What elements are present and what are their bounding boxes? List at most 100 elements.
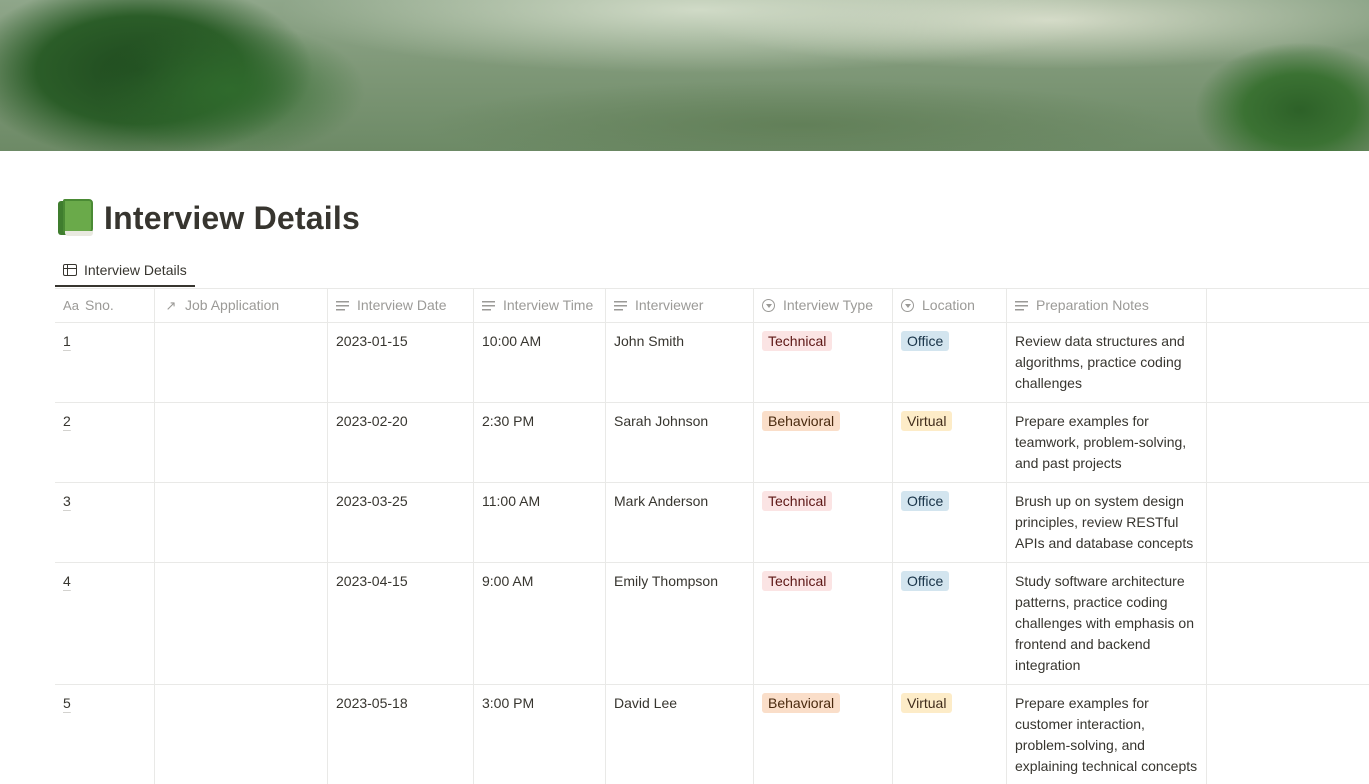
location-tag: Office: [901, 491, 950, 511]
column-header-interview-date[interactable]: Interview Date: [328, 289, 474, 322]
row-title[interactable]: 3: [63, 493, 71, 509]
cell-interview-date[interactable]: 2023-01-15: [328, 323, 474, 402]
select-icon: [901, 299, 914, 312]
cell-interview-time[interactable]: 2:30 PM: [474, 403, 606, 482]
cell-sno[interactable]: 3: [55, 483, 155, 562]
column-header-label: Sno.: [85, 297, 114, 313]
page-cover-image[interactable]: [0, 0, 1369, 151]
row-title[interactable]: 1: [63, 333, 71, 349]
row-title[interactable]: 4: [63, 573, 71, 589]
cell-preparation-notes[interactable]: Prepare examples for customer interactio…: [1007, 685, 1207, 784]
tab-label: Interview Details: [84, 262, 187, 278]
cover-tree-right: [1150, 20, 1369, 151]
column-header-preparation-notes[interactable]: Preparation Notes: [1007, 289, 1207, 322]
select-icon: [762, 299, 775, 312]
cell-job-application[interactable]: [155, 403, 328, 482]
relation-arrow-icon: ↗: [165, 298, 177, 313]
column-header-sno[interactable]: Aa Sno.: [55, 289, 155, 322]
interview-type-tag: Behavioral: [762, 693, 841, 713]
cell-interview-time[interactable]: 9:00 AM: [474, 563, 606, 684]
cell-sno[interactable]: 5: [55, 685, 155, 784]
column-header-label: Interviewer: [635, 297, 704, 313]
cell-interview-type[interactable]: Behavioral: [754, 403, 893, 482]
cell-interviewer[interactable]: David Lee: [606, 685, 754, 784]
location-tag: Virtual: [901, 693, 953, 713]
column-header-label: Location: [922, 297, 975, 313]
interview-type-tag: Technical: [762, 571, 833, 591]
cell-interview-time[interactable]: 3:00 PM: [474, 685, 606, 784]
cell-sno[interactable]: 2: [55, 403, 155, 482]
column-header-location[interactable]: Location: [893, 289, 1007, 322]
cell-interview-type[interactable]: Technical: [754, 323, 893, 402]
cell-interviewer[interactable]: Mark Anderson: [606, 483, 754, 562]
cell-job-application[interactable]: [155, 483, 328, 562]
column-header-interview-time[interactable]: Interview Time: [474, 289, 606, 322]
cell-interview-date[interactable]: 2023-05-18: [328, 685, 474, 784]
view-tabs: Interview Details: [55, 255, 195, 288]
cell-interviewer[interactable]: John Smith: [606, 323, 754, 402]
cell-empty: [1207, 483, 1369, 562]
cell-interview-date[interactable]: 2023-04-15: [328, 563, 474, 684]
cell-interview-type[interactable]: Technical: [754, 563, 893, 684]
column-header-label: Interview Date: [357, 297, 447, 313]
table-row[interactable]: 3 2023-03-25 11:00 AM Mark Anderson Tech…: [55, 483, 1369, 563]
column-header-label: Interview Time: [503, 297, 594, 313]
cell-location[interactable]: Office: [893, 563, 1007, 684]
page-title[interactable]: Interview Details: [104, 200, 360, 237]
column-header-job-application[interactable]: ↗ Job Application: [155, 289, 328, 322]
cell-interview-time[interactable]: 10:00 AM: [474, 323, 606, 402]
text-lines-icon: [482, 300, 495, 311]
text-lines-icon: [1015, 300, 1028, 311]
cell-interview-type[interactable]: Behavioral: [754, 685, 893, 784]
cell-empty: [1207, 563, 1369, 684]
cell-interview-type[interactable]: Technical: [754, 483, 893, 562]
column-header-empty: [1207, 289, 1369, 322]
interview-type-tag: Technical: [762, 331, 833, 351]
table-row[interactable]: 1 2023-01-15 10:00 AM John Smith Technic…: [55, 323, 1369, 403]
table-row[interactable]: 4 2023-04-15 9:00 AM Emily Thompson Tech…: [55, 563, 1369, 685]
cell-sno[interactable]: 4: [55, 563, 155, 684]
cell-interviewer[interactable]: Sarah Johnson: [606, 403, 754, 482]
database-table: Aa Sno. ↗ Job Application Interview Date…: [55, 288, 1369, 784]
cell-location[interactable]: Virtual: [893, 685, 1007, 784]
table-row[interactable]: 2 2023-02-20 2:30 PM Sarah Johnson Behav…: [55, 403, 1369, 483]
cell-empty: [1207, 403, 1369, 482]
cell-preparation-notes[interactable]: Prepare examples for teamwork, problem-s…: [1007, 403, 1207, 482]
green-book-icon[interactable]: [58, 199, 94, 237]
cell-preparation-notes[interactable]: Study software architecture patterns, pr…: [1007, 563, 1207, 684]
location-tag: Office: [901, 571, 950, 591]
title-aa-icon: Aa: [63, 298, 79, 313]
table-icon: [63, 264, 77, 276]
table-row[interactable]: 5 2023-05-18 3:00 PM David Lee Behaviora…: [55, 685, 1369, 784]
cell-location[interactable]: Office: [893, 323, 1007, 402]
cell-job-application[interactable]: [155, 563, 328, 684]
cell-interviewer[interactable]: Emily Thompson: [606, 563, 754, 684]
row-title[interactable]: 2: [63, 413, 71, 429]
cell-sno[interactable]: 1: [55, 323, 155, 402]
column-header-interviewer[interactable]: Interviewer: [606, 289, 754, 322]
cell-interview-date[interactable]: 2023-02-20: [328, 403, 474, 482]
column-header-label: Preparation Notes: [1036, 297, 1149, 313]
column-header-label: Job Application: [185, 297, 280, 313]
text-lines-icon: [336, 300, 349, 311]
cell-interview-date[interactable]: 2023-03-25: [328, 483, 474, 562]
interview-type-tag: Technical: [762, 491, 833, 511]
cell-location[interactable]: Office: [893, 483, 1007, 562]
cell-empty: [1207, 323, 1369, 402]
cell-interview-time[interactable]: 11:00 AM: [474, 483, 606, 562]
interview-type-tag: Behavioral: [762, 411, 841, 431]
cell-empty: [1207, 685, 1369, 784]
tab-interview-details[interactable]: Interview Details: [55, 255, 195, 287]
column-header-interview-type[interactable]: Interview Type: [754, 289, 893, 322]
page-header: Interview Details: [58, 198, 360, 238]
cell-location[interactable]: Virtual: [893, 403, 1007, 482]
column-header-label: Interview Type: [783, 297, 874, 313]
table-header-row: Aa Sno. ↗ Job Application Interview Date…: [55, 289, 1369, 323]
text-lines-icon: [614, 300, 627, 311]
location-tag: Office: [901, 331, 950, 351]
cell-preparation-notes[interactable]: Brush up on system design principles, re…: [1007, 483, 1207, 562]
cell-preparation-notes[interactable]: Review data structures and algorithms, p…: [1007, 323, 1207, 402]
cell-job-application[interactable]: [155, 685, 328, 784]
cell-job-application[interactable]: [155, 323, 328, 402]
row-title[interactable]: 5: [63, 695, 71, 711]
